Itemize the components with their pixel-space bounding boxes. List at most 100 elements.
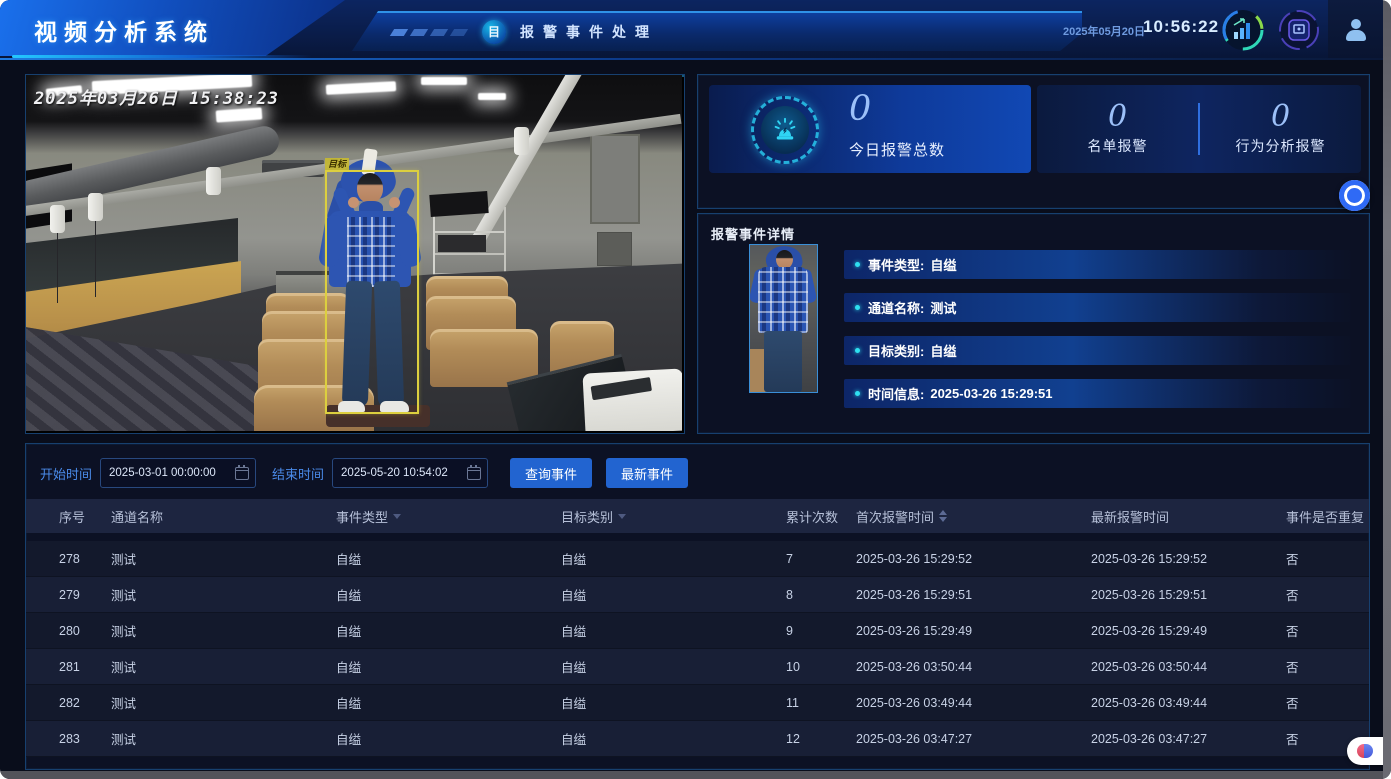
col-event-repeated: 事件是否重复 xyxy=(1286,507,1369,526)
table-cell: 自缢 xyxy=(336,657,561,676)
video-scene[interactable]: 目标 2025年03月26日 15:38:23 xyxy=(26,75,682,431)
table-cell: 12 xyxy=(786,732,856,746)
stat-label-total: 今日报警总数 xyxy=(849,139,945,160)
table-row[interactable]: 282测试自缢自缢112025-03-26 03:49:442025-03-26… xyxy=(26,685,1369,721)
table-cell: 8 xyxy=(786,588,856,602)
table-cell: 否 xyxy=(1286,549,1369,568)
table-cell: 9 xyxy=(786,624,856,638)
table-cell: 自缢 xyxy=(336,585,561,604)
filter-caret-icon[interactable] xyxy=(393,514,401,519)
header-date: 2025年05月20日 xyxy=(1063,23,1145,39)
brain-extension-icon xyxy=(1357,744,1373,758)
window-scrollbar[interactable] xyxy=(1383,0,1391,779)
stat-value-total: 0 xyxy=(849,89,871,129)
header: 视频分析系统 目 报警事件处理 2025年05月20日 10:56:22 xyxy=(0,0,1383,60)
table-cell: 11 xyxy=(786,696,856,710)
table-cell: 2025-03-26 15:29:49 xyxy=(1091,624,1286,638)
table-cell: 自缢 xyxy=(561,693,786,712)
table-cell: 测试 xyxy=(111,657,336,676)
table-cell: 2025-03-26 03:50:44 xyxy=(856,660,1091,674)
tab-dashes-decoration xyxy=(392,29,466,36)
query-bar: 开始时间 结束时间 查询事件 最新事件 xyxy=(40,458,702,488)
table-row[interactable]: 280测试自缢自缢92025-03-26 15:29:492025-03-26 … xyxy=(26,613,1369,649)
user-avatar-button[interactable] xyxy=(1328,0,1383,60)
table-row[interactable]: 283测试自缢自缢122025-03-26 03:47:272025-03-26… xyxy=(26,721,1369,757)
table-cell: 7 xyxy=(786,552,856,566)
table-row[interactable]: 278测试自缢自缢72025-03-26 15:29:522025-03-26 … xyxy=(26,541,1369,577)
table-cell: 282 xyxy=(59,696,111,710)
stat-label-list: 名单报警 xyxy=(1088,136,1148,156)
list-icon: 目 xyxy=(482,20,506,44)
title-underline xyxy=(12,55,312,58)
table-cell: 2025-03-26 03:49:44 xyxy=(1091,696,1286,710)
table-header: 序号 通道名称 事件类型 目标类别 累计次数 首次报警时间 最新报警时间 事件是… xyxy=(26,499,1369,533)
detail-field-channel-name: 通道名称: 测试 xyxy=(844,293,1351,322)
nav-bar: 目 报警事件处理 xyxy=(352,11,1082,51)
calendar-icon[interactable] xyxy=(467,467,481,480)
stat-value-list: 0 xyxy=(1108,102,1127,132)
table-cell: 自缢 xyxy=(336,729,561,748)
table-cell: 2025-03-26 03:50:44 xyxy=(1091,660,1286,674)
col-channel-name: 通道名称 xyxy=(111,507,336,526)
stat-list-alarms: 0 名单报警 xyxy=(1037,85,1198,173)
tab-alarm-event-processing[interactable]: 报警事件处理 xyxy=(520,22,658,42)
latest-events-button[interactable]: 最新事件 xyxy=(606,458,688,488)
table-cell: 279 xyxy=(59,588,111,602)
events-panel: 开始时间 结束时间 查询事件 最新事件 序号 通道名称 事件类型 目标类别 累计… xyxy=(25,443,1370,770)
col-first-alarm-time[interactable]: 首次报警时间 xyxy=(856,507,1091,526)
header-time: 10:56:22 xyxy=(1143,17,1219,37)
bullet-icon xyxy=(855,391,860,396)
table-cell: 2025-03-26 03:47:27 xyxy=(856,732,1091,746)
page: 视频分析系统 目 报警事件处理 2025年05月20日 10:56:22 xyxy=(0,0,1391,779)
stat-behavior-alarms: 0 行为分析报警 xyxy=(1200,85,1361,173)
end-time-input[interactable] xyxy=(332,458,488,488)
col-index: 序号 xyxy=(59,507,111,526)
stats-panel: 0 今日报警总数 0 名单报警 0 行为分析报警 xyxy=(697,74,1370,209)
detail-field-time-info: 时间信息: 2025-03-26 15:29:51 xyxy=(844,379,1351,408)
analytics-ring-icon[interactable] xyxy=(1221,8,1265,52)
table-cell: 否 xyxy=(1286,657,1369,676)
bullet-icon xyxy=(855,348,860,353)
alarm-siren-icon xyxy=(751,96,819,164)
stat-card-total-alarms: 0 今日报警总数 xyxy=(709,85,1031,173)
table-cell: 自缢 xyxy=(336,621,561,640)
table-cell: 283 xyxy=(59,732,111,746)
detail-field-target-category: 目标类别: 自缢 xyxy=(844,336,1351,365)
calendar-icon[interactable] xyxy=(235,467,249,480)
extension-pill[interactable] xyxy=(1347,737,1383,765)
table-cell: 自缢 xyxy=(336,693,561,712)
table-cell: 自缢 xyxy=(561,585,786,604)
table-cell: 自缢 xyxy=(561,657,786,676)
col-event-type[interactable]: 事件类型 xyxy=(336,507,561,526)
video-timestamp: 2025年03月26日 15:38:23 xyxy=(38,84,279,109)
table-row[interactable]: 281测试自缢自缢102025-03-26 03:50:442025-03-26… xyxy=(26,649,1369,685)
start-time-input[interactable] xyxy=(100,458,256,488)
table-cell: 自缢 xyxy=(561,549,786,568)
table-cell: 测试 xyxy=(111,585,336,604)
sort-icon[interactable] xyxy=(939,510,947,522)
bullet-icon xyxy=(855,305,860,310)
table-cell: 2025-03-26 15:29:49 xyxy=(856,624,1091,638)
table-cell: 10 xyxy=(786,660,856,674)
app-title: 视频分析系统 xyxy=(34,13,214,47)
table-cell: 2025-03-26 15:29:51 xyxy=(856,588,1091,602)
table-cell: 否 xyxy=(1286,621,1369,640)
detail-fields: 事件类型: 自缢 通道名称: 测试 目标类别: 自缢 时间信息: 2025-03… xyxy=(844,250,1351,422)
detection-bbox: 目标 xyxy=(325,170,419,414)
col-target-category[interactable]: 目标类别 xyxy=(561,507,786,526)
alarm-details-panel: 报警事件详情 事件类型: 自缢 通道名称: 测试 目标类别: xyxy=(697,213,1370,434)
play-button[interactable] xyxy=(1339,180,1370,211)
bullet-icon xyxy=(855,262,860,267)
col-latest-alarm-time: 最新报警时间 xyxy=(1091,507,1286,526)
stat-value-behavior: 0 xyxy=(1271,102,1290,132)
event-thumbnail[interactable] xyxy=(749,244,818,393)
table-cell: 自缢 xyxy=(336,549,561,568)
monitor-ring-icon[interactable] xyxy=(1277,8,1321,52)
query-events-button[interactable]: 查询事件 xyxy=(510,458,592,488)
filter-caret-icon[interactable] xyxy=(618,514,626,519)
person-icon xyxy=(1345,19,1367,41)
table-cell: 否 xyxy=(1286,585,1369,604)
table-row[interactable]: 279测试自缢自缢82025-03-26 15:29:512025-03-26 … xyxy=(26,577,1369,613)
bbox-label: 目标 xyxy=(325,158,349,170)
video-panel: 目标 2025年03月26日 15:38:23 xyxy=(25,74,685,434)
